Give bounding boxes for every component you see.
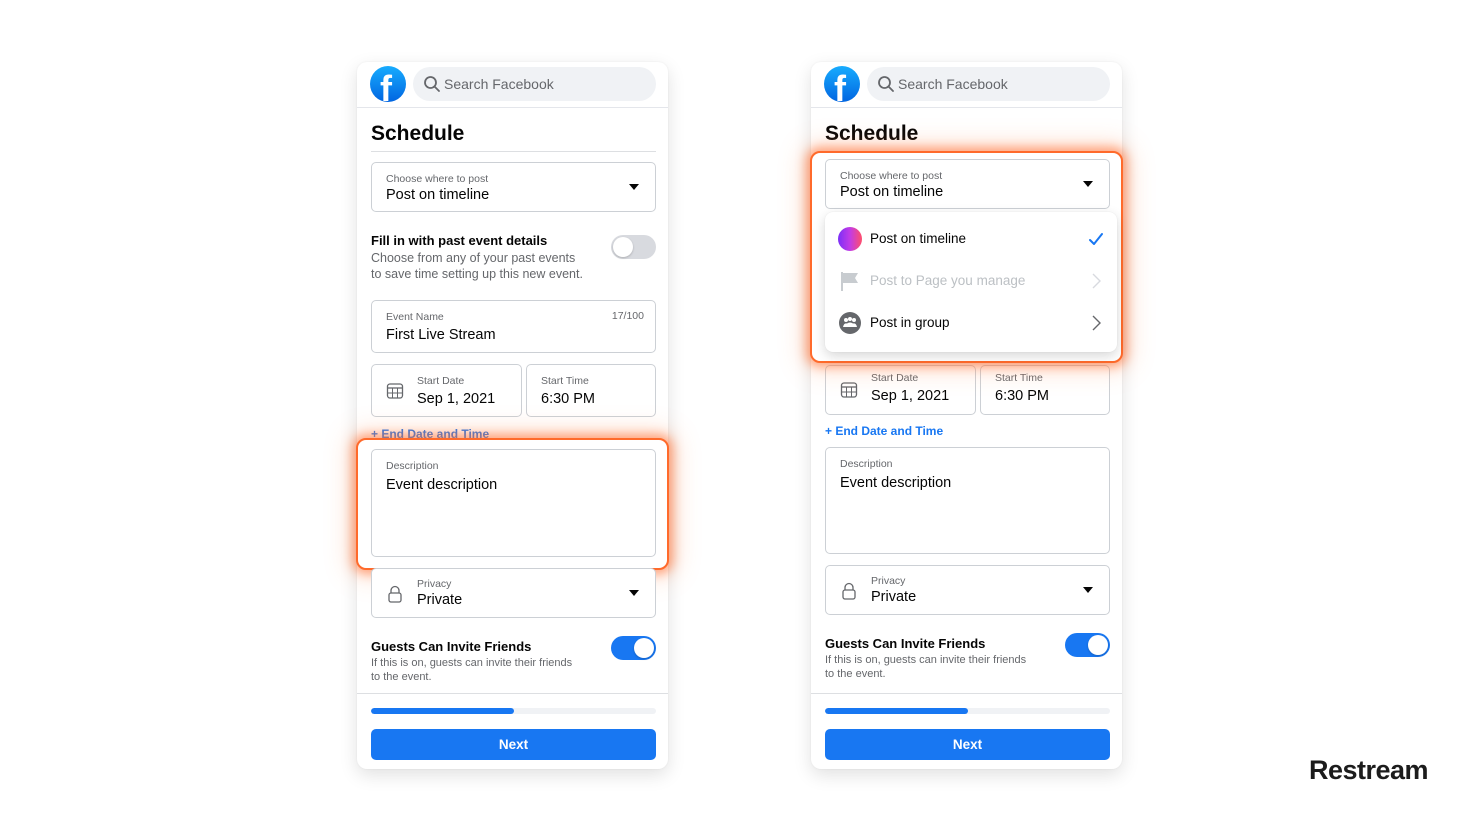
guests-subtitle-line1: If this is on, guests can invite their f…: [825, 654, 1027, 666]
start-date-input[interactable]: Start Date Sep 1, 2021: [825, 365, 976, 415]
start-date-value: Sep 1, 2021: [417, 391, 496, 407]
search-icon: [424, 76, 440, 92]
guests-subtitle: If this is on, guests can invite their f…: [371, 656, 572, 684]
privacy-label: Privacy: [417, 578, 452, 590]
progress-bar: [371, 708, 656, 714]
group-icon: [839, 312, 861, 334]
caret-down-icon: [629, 590, 639, 596]
search-placeholder: Search Facebook: [444, 76, 554, 92]
description-textarea[interactable]: Description Event description: [371, 449, 656, 557]
start-time-label: Start Time: [541, 375, 589, 387]
guests-toggle[interactable]: [1065, 633, 1110, 657]
end-date-time-link[interactable]: + End Date and Time: [825, 424, 943, 438]
next-button[interactable]: Next: [371, 729, 656, 760]
event-name-counter: 17/100: [611, 310, 644, 322]
start-date-input[interactable]: Start Date Sep 1, 2021: [371, 364, 522, 417]
search-input[interactable]: Search Facebook: [867, 67, 1110, 101]
privacy-select[interactable]: Privacy Private: [371, 568, 656, 618]
progress-bar: [825, 708, 1110, 714]
guests-title: Guests Can Invite Friends: [371, 639, 532, 654]
schedule-screen-right: f Search Facebook Schedule Start Date Se…: [810, 62, 1123, 769]
calendar-icon: [386, 383, 404, 399]
post-where-select[interactable]: Choose where to post Post on timeline: [825, 159, 1110, 209]
facebook-logo-icon[interactable]: f: [370, 66, 406, 102]
page-title: Schedule: [371, 122, 465, 145]
start-time-value: 6:30 PM: [541, 391, 595, 407]
chevron-right-icon: [1092, 315, 1101, 331]
menu-item-post-on-timeline[interactable]: Post on timeline: [825, 219, 1117, 261]
guests-subtitle-line1: If this is on, guests can invite their f…: [371, 657, 573, 669]
post-where-select[interactable]: Choose where to post Post on timeline: [371, 162, 656, 212]
privacy-label: Privacy: [871, 575, 906, 587]
past-event-title: Fill in with past event details: [371, 233, 548, 248]
post-where-label: Choose where to post: [840, 170, 943, 182]
progress-fill: [825, 708, 968, 714]
description-textarea[interactable]: Description Event description: [825, 447, 1110, 554]
past-event-toggle[interactable]: [611, 235, 656, 259]
past-event-subtitle: Choose from any of your past events to s…: [371, 250, 583, 282]
flag-icon: [841, 272, 858, 291]
privacy-value: Private: [871, 589, 917, 605]
toggle-knob: [634, 638, 654, 658]
past-event-subtitle-line1: Choose from any of your past events: [371, 251, 576, 265]
search-input[interactable]: Search Facebook: [413, 67, 656, 101]
progress-fill: [371, 708, 514, 714]
top-bar: f Search Facebook: [811, 62, 1122, 108]
description-value: Event description: [840, 475, 952, 491]
menu-item-label: Post in group: [870, 315, 950, 330]
start-date-value: Sep 1, 2021: [871, 388, 950, 404]
menu-item-label: Post to Page you manage: [870, 273, 1026, 288]
post-where-label: Choose where to post: [386, 173, 489, 185]
next-button[interactable]: Next: [825, 729, 1110, 760]
menu-item-post-in-group[interactable]: Post in group: [825, 303, 1117, 345]
description-label: Description: [840, 458, 893, 470]
schedule-screen-left: f Search Facebook Schedule Choose where …: [356, 62, 669, 769]
caret-down-icon: [629, 184, 639, 190]
search-placeholder: Search Facebook: [898, 76, 1008, 92]
lock-icon: [842, 582, 856, 600]
caret-down-icon: [1083, 181, 1093, 187]
description-value: Event description: [386, 477, 498, 493]
post-where-value: Post on timeline: [840, 184, 944, 200]
title-divider: [371, 151, 656, 152]
start-date-label: Start Date: [871, 372, 919, 384]
privacy-value: Private: [417, 592, 463, 608]
menu-item-label: Post on timeline: [870, 231, 967, 246]
post-where-dropdown-menu: Post on timeline Post to Page you manage…: [825, 212, 1117, 352]
event-name-value: First Live Stream: [386, 327, 496, 343]
restream-logo: Restream: [1309, 755, 1429, 785]
guests-subtitle: If this is on, guests can invite their f…: [825, 653, 1026, 681]
footer-divider: [357, 693, 668, 694]
start-time-input[interactable]: Start Time 6:30 PM: [980, 365, 1110, 415]
description-label: Description: [386, 460, 439, 472]
guests-toggle[interactable]: [611, 636, 656, 660]
footer-divider: [811, 693, 1122, 694]
guests-subtitle-line2: to the event.: [371, 671, 432, 683]
calendar-icon: [840, 382, 858, 398]
page-title: Schedule: [825, 122, 919, 145]
guests-subtitle-line2: to the event.: [825, 668, 886, 680]
facebook-logo-icon[interactable]: f: [824, 66, 860, 102]
start-time-input[interactable]: Start Time 6:30 PM: [526, 364, 656, 417]
caret-down-icon: [1083, 587, 1093, 593]
past-event-subtitle-line2: to save time setting up this new event.: [371, 267, 583, 281]
chevron-right-icon: [1092, 273, 1101, 289]
event-name-label: Event Name: [386, 311, 444, 323]
post-where-value: Post on timeline: [386, 187, 490, 203]
toggle-knob: [613, 237, 633, 257]
event-name-input[interactable]: Event Name 17/100 First Live Stream: [371, 300, 656, 353]
checkmark-icon: [1089, 233, 1103, 245]
start-date-label: Start Date: [417, 375, 465, 387]
guests-title: Guests Can Invite Friends: [825, 636, 986, 651]
profile-gradient-icon: [838, 227, 862, 251]
search-icon: [878, 76, 894, 92]
privacy-select[interactable]: Privacy Private: [825, 565, 1110, 615]
start-time-label: Start Time: [995, 372, 1043, 384]
menu-item-post-to-page[interactable]: Post to Page you manage: [825, 261, 1117, 303]
top-bar: f Search Facebook: [357, 62, 668, 108]
start-time-value: 6:30 PM: [995, 388, 1049, 404]
toggle-knob: [1088, 635, 1108, 655]
lock-icon: [388, 585, 402, 603]
